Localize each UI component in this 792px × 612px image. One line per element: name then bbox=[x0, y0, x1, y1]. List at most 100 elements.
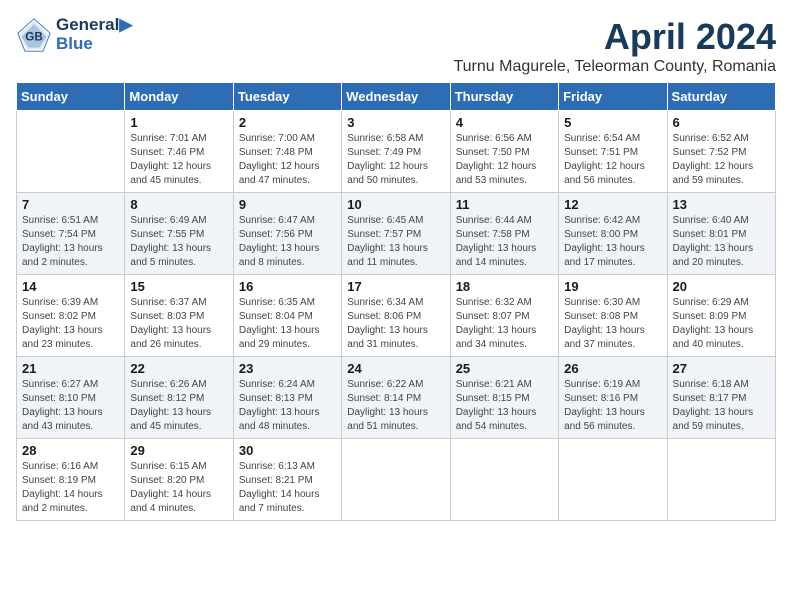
calendar-cell: 2 Sunrise: 7:00 AM Sunset: 7:48 PM Daylig… bbox=[233, 111, 341, 193]
day-number: 13 bbox=[673, 197, 770, 212]
day-number: 30 bbox=[239, 443, 336, 458]
day-info: Sunrise: 6:44 AM Sunset: 7:58 PM Dayligh… bbox=[456, 214, 553, 270]
calendar-cell: 21 Sunrise: 6:27 AM Sunset: 8:10 PM Dayli… bbox=[17, 357, 125, 439]
svg-text:GB: GB bbox=[25, 30, 43, 43]
calendar-cell: 22 Sunrise: 6:26 AM Sunset: 8:12 PM Dayli… bbox=[125, 357, 233, 439]
calendar-cell bbox=[667, 439, 775, 521]
day-number: 16 bbox=[239, 279, 336, 294]
calendar-cell: 4Sunrise: 6:56 AM Sunset: 7:50 PM Daylig… bbox=[450, 111, 558, 193]
page-header: GB General▶ Blue April 2024 Turnu Magure… bbox=[16, 16, 776, 76]
logo-icon: GB bbox=[16, 17, 52, 53]
calendar-cell: 19 Sunrise: 6:30 AM Sunset: 8:08 PM Dayli… bbox=[559, 275, 667, 357]
weekday-header-friday: Friday bbox=[559, 83, 667, 111]
day-info: Sunrise: 6:16 AM Sunset: 8:19 PM Dayligh… bbox=[22, 460, 119, 516]
day-number: 4 bbox=[456, 115, 553, 130]
calendar-week-row: 28 Sunrise: 6:16 AM Sunset: 8:19 PM Dayli… bbox=[17, 439, 776, 521]
day-info: Sunrise: 6:32 AM Sunset: 8:07 PM Dayligh… bbox=[456, 296, 553, 352]
calendar-cell: 1 Sunrise: 7:01 AM Sunset: 7:46 PM Daylig… bbox=[125, 111, 233, 193]
calendar-week-row: 7 Sunrise: 6:51 AM Sunset: 7:54 PM Daylig… bbox=[17, 193, 776, 275]
day-number: 25 bbox=[456, 361, 553, 376]
calendar-cell: 28 Sunrise: 6:16 AM Sunset: 8:19 PM Dayli… bbox=[17, 439, 125, 521]
calendar-cell: 27Sunrise: 6:18 AM Sunset: 8:17 PM Dayli… bbox=[667, 357, 775, 439]
calendar-cell: 24 Sunrise: 6:22 AM Sunset: 8:14 PM Dayli… bbox=[342, 357, 450, 439]
day-info: Sunrise: 6:26 AM Sunset: 8:12 PM Dayligh… bbox=[130, 378, 227, 434]
day-number: 18 bbox=[456, 279, 553, 294]
day-info: Sunrise: 6:22 AM Sunset: 8:14 PM Dayligh… bbox=[347, 378, 444, 434]
calendar-cell: 17Sunrise: 6:34 AM Sunset: 8:06 PM Dayli… bbox=[342, 275, 450, 357]
day-number: 22 bbox=[130, 361, 227, 376]
day-info: Sunrise: 6:24 AM Sunset: 8:13 PM Dayligh… bbox=[239, 378, 336, 434]
calendar-cell: 8Sunrise: 6:49 AM Sunset: 7:55 PM Daylig… bbox=[125, 193, 233, 275]
calendar-cell: 7 Sunrise: 6:51 AM Sunset: 7:54 PM Daylig… bbox=[17, 193, 125, 275]
day-number: 3 bbox=[347, 115, 444, 130]
day-info: Sunrise: 6:27 AM Sunset: 8:10 PM Dayligh… bbox=[22, 378, 119, 434]
weekday-header-thursday: Thursday bbox=[450, 83, 558, 111]
calendar-week-row: 1 Sunrise: 7:01 AM Sunset: 7:46 PM Daylig… bbox=[17, 111, 776, 193]
day-info: Sunrise: 6:54 AM Sunset: 7:51 PM Dayligh… bbox=[564, 132, 661, 188]
day-info: Sunrise: 6:40 AM Sunset: 8:01 PM Dayligh… bbox=[673, 214, 770, 270]
calendar-cell: 3 Sunrise: 6:58 AM Sunset: 7:49 PM Daylig… bbox=[342, 111, 450, 193]
calendar-cell: 6 Sunrise: 6:52 AM Sunset: 7:52 PM Daylig… bbox=[667, 111, 775, 193]
day-info: Sunrise: 7:00 AM Sunset: 7:48 PM Dayligh… bbox=[239, 132, 336, 188]
weekday-header-sunday: Sunday bbox=[17, 83, 125, 111]
location-title: Turnu Magurele, Teleorman County, Romani… bbox=[453, 58, 776, 76]
day-number: 21 bbox=[22, 361, 119, 376]
logo-line2: Blue bbox=[56, 35, 132, 54]
calendar-cell: 23 Sunrise: 6:24 AM Sunset: 8:13 PM Dayli… bbox=[233, 357, 341, 439]
weekday-header-saturday: Saturday bbox=[667, 83, 775, 111]
calendar-cell: 30 Sunrise: 6:13 AM Sunset: 8:21 PM Dayli… bbox=[233, 439, 341, 521]
calendar-cell bbox=[450, 439, 558, 521]
logo-line1: General▶ bbox=[56, 16, 132, 35]
day-info: Sunrise: 6:34 AM Sunset: 8:06 PM Dayligh… bbox=[347, 296, 444, 352]
calendar-cell: 29 Sunrise: 6:15 AM Sunset: 8:20 PM Dayli… bbox=[125, 439, 233, 521]
calendar-cell bbox=[342, 439, 450, 521]
day-number: 5 bbox=[564, 115, 661, 130]
day-number: 23 bbox=[239, 361, 336, 376]
day-number: 14 bbox=[22, 279, 119, 294]
day-info: Sunrise: 6:39 AM Sunset: 8:02 PM Dayligh… bbox=[22, 296, 119, 352]
weekday-header-tuesday: Tuesday bbox=[233, 83, 341, 111]
weekday-header-wednesday: Wednesday bbox=[342, 83, 450, 111]
logo-text-block: General▶ Blue bbox=[56, 16, 132, 53]
day-number: 11 bbox=[456, 197, 553, 212]
calendar-cell: 18 Sunrise: 6:32 AM Sunset: 8:07 PM Dayli… bbox=[450, 275, 558, 357]
day-info: Sunrise: 6:45 AM Sunset: 7:57 PM Dayligh… bbox=[347, 214, 444, 270]
calendar-cell: 14 Sunrise: 6:39 AM Sunset: 8:02 PM Dayli… bbox=[17, 275, 125, 357]
logo: GB General▶ Blue bbox=[16, 16, 132, 53]
day-number: 26 bbox=[564, 361, 661, 376]
calendar-week-row: 14 Sunrise: 6:39 AM Sunset: 8:02 PM Dayli… bbox=[17, 275, 776, 357]
month-title: April 2024 bbox=[453, 16, 776, 58]
day-number: 6 bbox=[673, 115, 770, 130]
calendar-cell bbox=[559, 439, 667, 521]
day-info: Sunrise: 6:49 AM Sunset: 7:55 PM Dayligh… bbox=[130, 214, 227, 270]
calendar-cell: 16Sunrise: 6:35 AM Sunset: 8:04 PM Dayli… bbox=[233, 275, 341, 357]
day-number: 7 bbox=[22, 197, 119, 212]
calendar-cell: 26Sunrise: 6:19 AM Sunset: 8:16 PM Dayli… bbox=[559, 357, 667, 439]
day-number: 15 bbox=[130, 279, 227, 294]
calendar-cell: 11 Sunrise: 6:44 AM Sunset: 7:58 PM Dayli… bbox=[450, 193, 558, 275]
day-number: 20 bbox=[673, 279, 770, 294]
calendar-cell: 9Sunrise: 6:47 AM Sunset: 7:56 PM Daylig… bbox=[233, 193, 341, 275]
day-info: Sunrise: 6:30 AM Sunset: 8:08 PM Dayligh… bbox=[564, 296, 661, 352]
day-info: Sunrise: 6:58 AM Sunset: 7:49 PM Dayligh… bbox=[347, 132, 444, 188]
day-info: Sunrise: 6:15 AM Sunset: 8:20 PM Dayligh… bbox=[130, 460, 227, 516]
day-number: 29 bbox=[130, 443, 227, 458]
calendar-cell: 20Sunrise: 6:29 AM Sunset: 8:09 PM Dayli… bbox=[667, 275, 775, 357]
day-number: 27 bbox=[673, 361, 770, 376]
day-info: Sunrise: 6:13 AM Sunset: 8:21 PM Dayligh… bbox=[239, 460, 336, 516]
day-info: Sunrise: 6:52 AM Sunset: 7:52 PM Dayligh… bbox=[673, 132, 770, 188]
day-number: 24 bbox=[347, 361, 444, 376]
day-info: Sunrise: 6:47 AM Sunset: 7:56 PM Dayligh… bbox=[239, 214, 336, 270]
day-number: 10 bbox=[347, 197, 444, 212]
day-info: Sunrise: 7:01 AM Sunset: 7:46 PM Dayligh… bbox=[130, 132, 227, 188]
day-number: 2 bbox=[239, 115, 336, 130]
day-number: 19 bbox=[564, 279, 661, 294]
weekday-header-row: SundayMondayTuesdayWednesdayThursdayFrid… bbox=[17, 83, 776, 111]
day-number: 1 bbox=[130, 115, 227, 130]
calendar-cell: 13 Sunrise: 6:40 AM Sunset: 8:01 PM Dayli… bbox=[667, 193, 775, 275]
day-number: 28 bbox=[22, 443, 119, 458]
calendar-cell: 10 Sunrise: 6:45 AM Sunset: 7:57 PM Dayli… bbox=[342, 193, 450, 275]
calendar-cell: 5 Sunrise: 6:54 AM Sunset: 7:51 PM Daylig… bbox=[559, 111, 667, 193]
day-info: Sunrise: 6:51 AM Sunset: 7:54 PM Dayligh… bbox=[22, 214, 119, 270]
day-info: Sunrise: 6:37 AM Sunset: 8:03 PM Dayligh… bbox=[130, 296, 227, 352]
